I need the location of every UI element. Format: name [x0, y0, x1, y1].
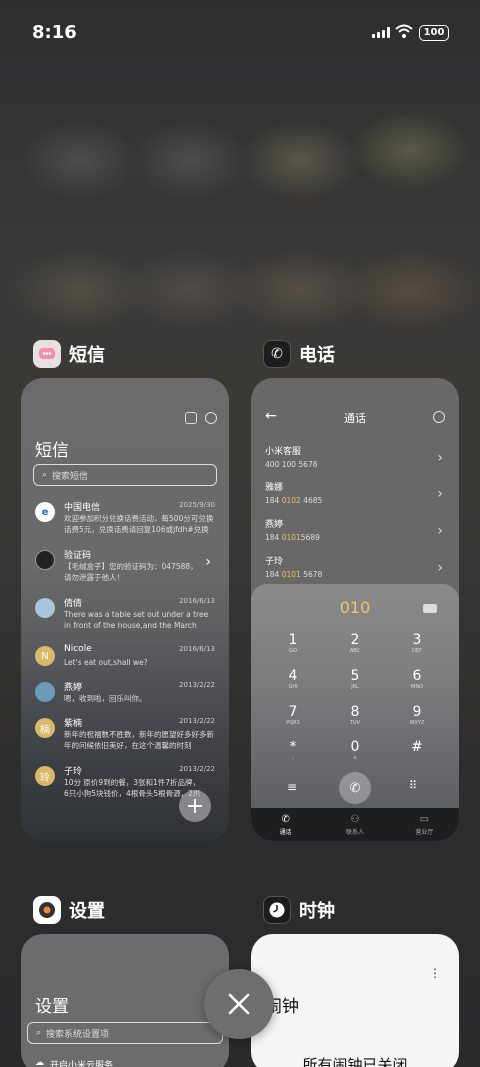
- contact-item[interactable]: 小米客服 400 100 5678 ›: [265, 444, 445, 474]
- message-item[interactable]: 楠 紫楠 2013/2/22 新年的祝福数不胜数，新年的愿望好多好多新年的问候依…: [35, 716, 215, 756]
- chevron-right-icon: ›: [437, 486, 443, 502]
- sms-app-name: 短信: [69, 345, 105, 366]
- phone-icon: ✆: [281, 813, 290, 825]
- avatar: N: [35, 646, 55, 666]
- alarm-status: 所有闹钟已关闭: [302, 1056, 408, 1067]
- cloud-icon: ☁: [35, 1058, 44, 1067]
- compose-button[interactable]: +: [179, 790, 211, 822]
- more-options-icon[interactable]: ⋮: [429, 966, 441, 980]
- sms-app-icon: [33, 340, 61, 368]
- wifi-icon: [395, 24, 413, 38]
- clock-app-name: 时钟: [299, 901, 335, 922]
- tab-contacts[interactable]: ⚇ 联系人: [320, 808, 389, 841]
- clock-app-header[interactable]: 时钟: [263, 896, 335, 924]
- dial-key-0[interactable]: 0 +: [335, 739, 375, 761]
- tab-service-hall[interactable]: ▭ 营业厅: [390, 808, 459, 841]
- phone-icon: ✆: [349, 780, 361, 796]
- clear-all-button[interactable]: [204, 969, 274, 1039]
- avatar: [35, 550, 55, 570]
- contact-item[interactable]: 雅娜 184 0102 4685 ›: [265, 480, 445, 510]
- settings-row[interactable]: ☁ 开启小米云服务: [35, 1058, 113, 1067]
- settings-recent-card[interactable]: 设置 ⌕ 搜索系统设置项 ☁ 开启小米云服务: [21, 934, 229, 1067]
- plus-icon: +: [185, 793, 205, 819]
- status-bar: 8:16 100: [0, 0, 480, 68]
- menu-icon[interactable]: ≡: [287, 780, 297, 794]
- dial-pad: 010 1 GO 2 ABC 3 DEF 4 GHI 5 JKL 6 MNO 7 PQRS 8…: [251, 584, 459, 810]
- settings-app-header[interactable]: 设置: [33, 896, 105, 924]
- dial-key-8[interactable]: 8 TUV: [335, 704, 375, 726]
- avatar: [35, 598, 55, 618]
- dial-key-4[interactable]: 4 GHI: [273, 668, 313, 690]
- tab-calls[interactable]: ✆ 通话: [251, 808, 320, 841]
- status-time: 8:16: [32, 22, 77, 43]
- search-icon: ⌕: [36, 1028, 42, 1038]
- search-icon: ⌕: [42, 470, 48, 480]
- phone-recent-card[interactable]: ← 通话 小米客服 400 100 5678 › 雅娜 184 0102 468…: [251, 378, 459, 841]
- dial-key-star[interactable]: *,: [273, 739, 313, 761]
- contact-item[interactable]: 子玲 184 0101 5678 ›: [265, 554, 445, 584]
- cellular-signal-icon: [372, 27, 390, 38]
- close-icon: [228, 993, 250, 1015]
- gear-icon[interactable]: [205, 412, 217, 424]
- dial-key-9[interactable]: 9 WXYZ: [397, 704, 437, 726]
- dial-key-5[interactable]: 5 JKL: [335, 668, 375, 690]
- chevron-right-icon: ›: [205, 554, 211, 570]
- message-item[interactable]: N Nicole 2016/6/13 Let's eat out,shall w…: [35, 644, 215, 684]
- clock-app-icon: [263, 896, 291, 924]
- select-icon[interactable]: [185, 412, 197, 424]
- dial-key-7[interactable]: 7 PQRS: [273, 704, 313, 726]
- settings-search-input[interactable]: ⌕ 搜索系统设置项: [27, 1022, 223, 1044]
- phone-app-icon: ✆: [263, 340, 291, 368]
- dial-key-hash[interactable]: #: [397, 739, 437, 755]
- sms-toolbar: [185, 412, 217, 424]
- settings-app-icon: [33, 896, 61, 924]
- phone-app-header[interactable]: ✆ 电话: [263, 340, 335, 368]
- clock-recent-card[interactable]: ⋮ 闹钟 所有闹钟已关闭: [251, 934, 459, 1067]
- call-button[interactable]: ✆: [339, 772, 371, 804]
- message-item[interactable]: 燕婷 2013/2/22 嗯，收到啦，回乐叫你。: [35, 680, 215, 720]
- person-icon: ⚇: [350, 813, 360, 825]
- chevron-right-icon: ›: [437, 560, 443, 576]
- message-item[interactable]: e 中国电信 2025/9/30 欢迎参加积分兑换话费活动，每500分可兑换话费…: [35, 500, 215, 540]
- message-item[interactable]: 验证码 【毛绒盒子】您的验证码为：047588，请勿泄露于他人！ ›: [35, 548, 215, 588]
- sms-title: 短信: [35, 441, 69, 461]
- avatar: 楠: [35, 718, 55, 738]
- sms-app-header[interactable]: 短信: [33, 340, 105, 368]
- battery-icon: 100: [419, 25, 449, 41]
- avatar: 玲: [35, 766, 55, 786]
- chevron-right-icon: ›: [437, 450, 443, 466]
- settings-title: 设置: [35, 997, 69, 1017]
- dial-key-2[interactable]: 2 ABC: [335, 632, 375, 654]
- sms-recent-card[interactable]: 短信 ⌕ 搜索短信 e 中国电信 2025/9/30 欢迎参加积分兑换话费活动，…: [21, 378, 229, 841]
- message-item[interactable]: 倩倩 2016/6/13 There was a table set out u…: [35, 596, 215, 636]
- settings-app-name: 设置: [69, 901, 105, 922]
- phone-tab-bar: ✆ 通话 ⚇ 联系人 ▭ 营业厅: [251, 808, 459, 841]
- sms-search-input[interactable]: ⌕ 搜索短信: [33, 464, 217, 486]
- store-icon: ▭: [419, 813, 430, 825]
- dialpad-toggle-icon[interactable]: ⠿: [409, 779, 417, 792]
- phone-app-name: 电话: [299, 345, 335, 366]
- phone-header-title: 通话: [344, 412, 366, 425]
- dial-key-3[interactable]: 3 DEF: [397, 632, 437, 654]
- dial-key-6[interactable]: 6 MNO: [397, 668, 437, 690]
- backspace-icon[interactable]: [423, 604, 437, 613]
- chevron-right-icon: ›: [437, 523, 443, 539]
- gear-icon[interactable]: [433, 411, 445, 423]
- dial-key-1[interactable]: 1 GO: [273, 632, 313, 654]
- avatar: [35, 682, 55, 702]
- china-telecom-avatar: e: [35, 502, 55, 522]
- contact-item[interactable]: 燕婷 184 01015689 ›: [265, 517, 445, 547]
